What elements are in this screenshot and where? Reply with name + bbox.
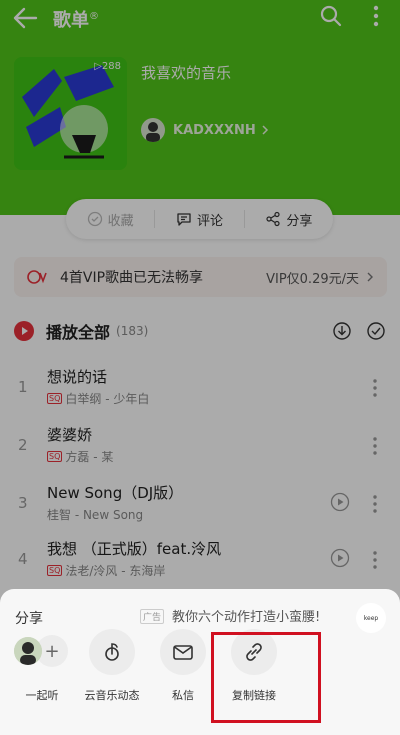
envelope-icon bbox=[160, 629, 206, 675]
listen-together-button[interactable]: + 一起听 bbox=[2, 629, 82, 703]
share-sheet: 分享 广告 教你六个动作打造小蛮腰! keep + 一起听 云音乐动态 私信 复… bbox=[0, 589, 400, 735]
share-item-label: 云音乐动态 bbox=[84, 689, 140, 702]
keep-logo[interactable]: keep bbox=[356, 603, 386, 633]
ad-text[interactable]: 教你六个动作打造小蛮腰! bbox=[172, 606, 320, 625]
ad-badge: 广告 bbox=[140, 609, 165, 624]
avatar bbox=[14, 637, 42, 665]
listen-together-icon: + bbox=[14, 629, 70, 675]
share-to-feed-button[interactable]: 云音乐动态 bbox=[72, 629, 152, 703]
highlight-box bbox=[211, 632, 321, 723]
share-sheet-title: 分享 bbox=[15, 611, 43, 627]
music-note-icon bbox=[89, 629, 135, 675]
share-item-label: 一起听 bbox=[25, 689, 59, 702]
